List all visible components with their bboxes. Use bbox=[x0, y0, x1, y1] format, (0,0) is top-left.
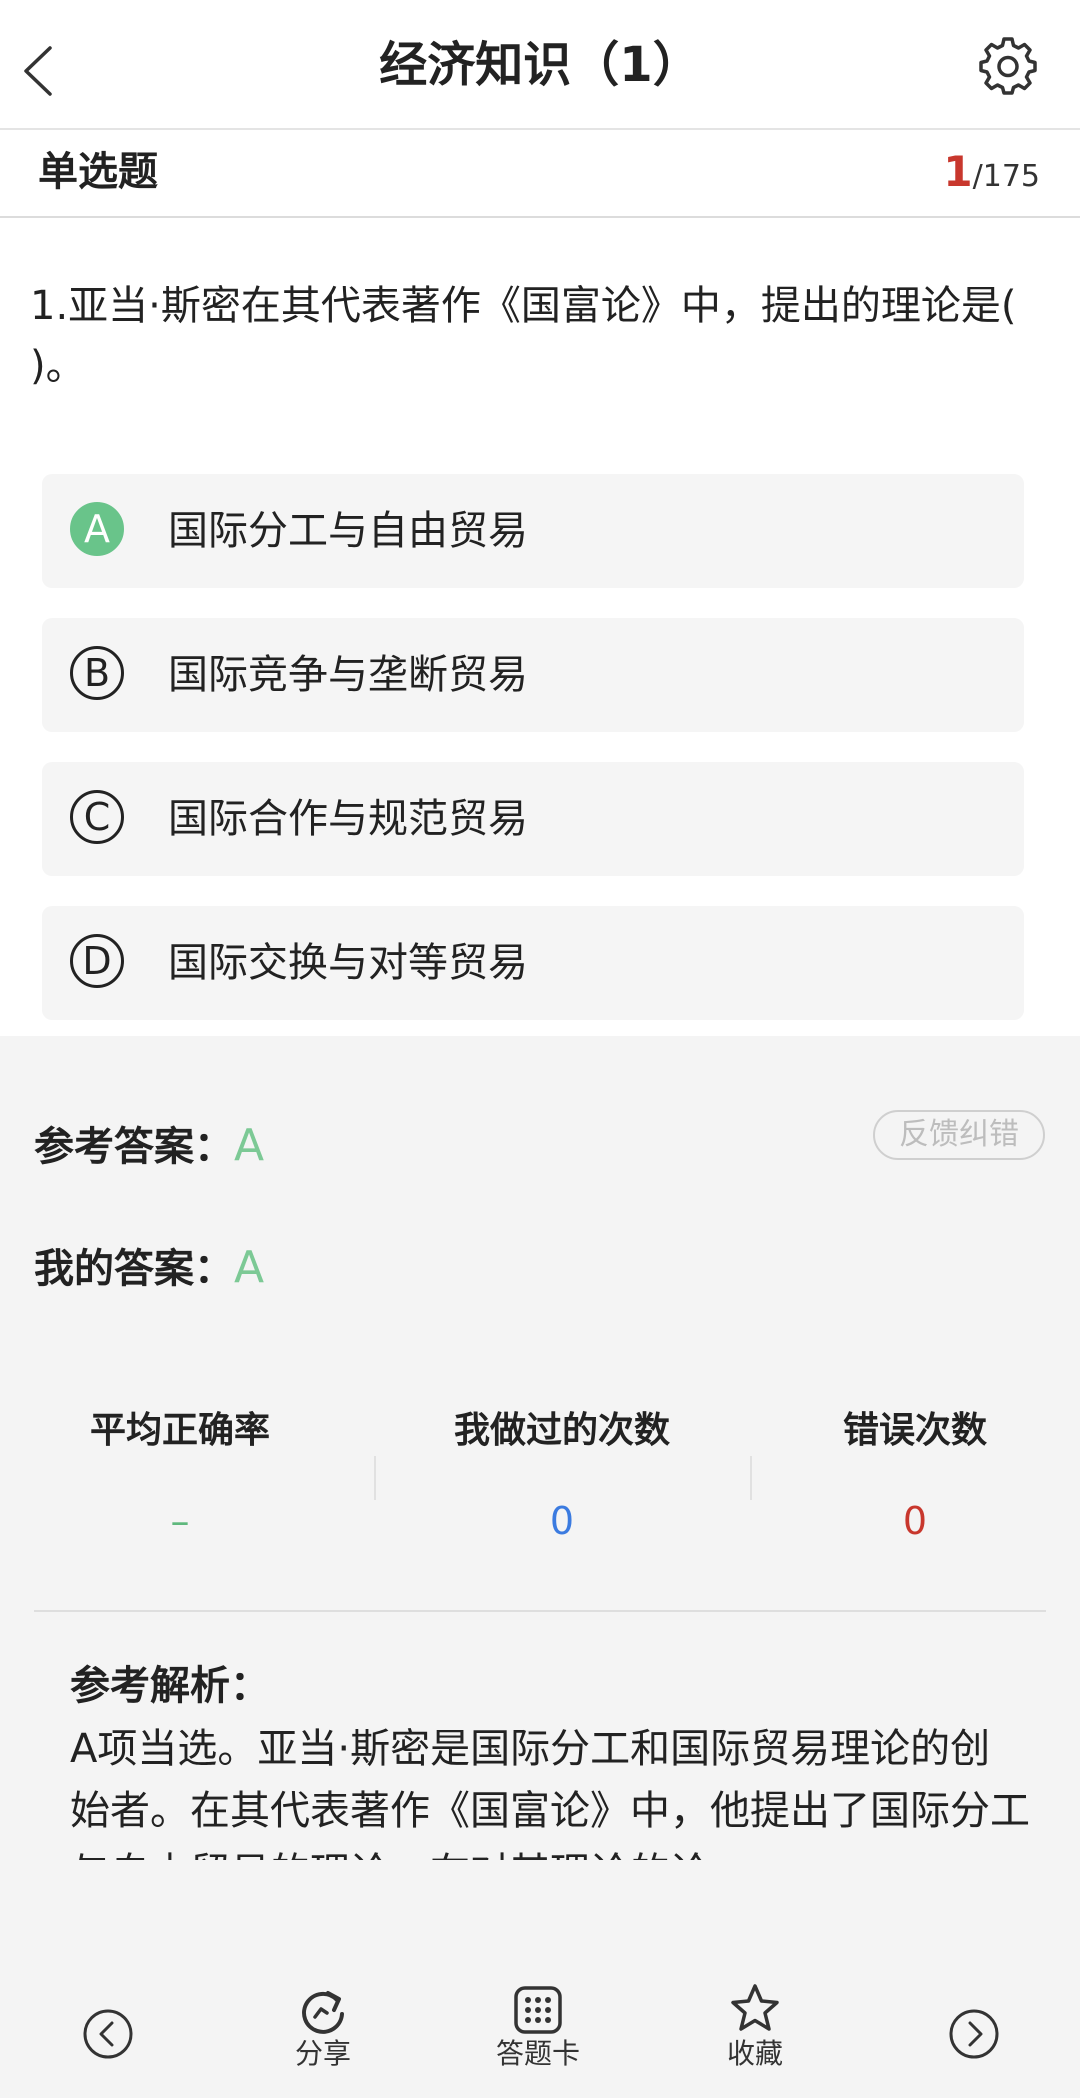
circle-chevron-left-icon bbox=[83, 2009, 133, 2059]
prev-question-button[interactable] bbox=[80, 2008, 136, 2060]
circle-chevron-right-icon bbox=[949, 2009, 999, 2059]
option-d[interactable]: D 国际交换与对等贸易 bbox=[42, 906, 1024, 1020]
stat-average-accuracy: 平均正确率 – bbox=[60, 1404, 300, 1546]
question-text: 1.亚当·斯密在其代表著作《国富论》中，提出的理论是( )。 bbox=[30, 283, 1017, 389]
question-counter: 1/175 bbox=[943, 144, 1040, 205]
analysis-container[interactable]: A项当选。亚当·斯密是国际分工和国际贸易理论的创始者。在其代表著作《国富论》中，… bbox=[70, 1718, 1030, 1860]
stat-divider bbox=[374, 1456, 376, 1500]
question-type-label: 单选题 bbox=[38, 149, 158, 195]
option-c-text: 国际合作与规范贸易 bbox=[168, 796, 528, 842]
current-question-number: 1 bbox=[943, 147, 973, 196]
option-a-text: 国际分工与自由贸易 bbox=[168, 508, 528, 554]
stat-label: 错误次数 bbox=[842, 1410, 987, 1451]
option-d-marker: D bbox=[70, 934, 124, 988]
top-bar: 经济知识（1） bbox=[0, 0, 1080, 130]
stat-value: 0 bbox=[549, 1499, 575, 1543]
option-a[interactable]: A 国际分工与自由贸易 bbox=[42, 474, 1024, 588]
reference-answer: 参考答案：A bbox=[34, 1116, 264, 1177]
stat-attempt-count: 我做过的次数 0 bbox=[422, 1404, 702, 1546]
question-type-bar: 单选题 1/175 bbox=[0, 130, 1080, 218]
bottom-nav-bar: 分享 答题卡 收藏 bbox=[0, 1960, 1080, 2098]
analysis-title: 参考解析： bbox=[70, 1663, 270, 1709]
stat-value: – bbox=[170, 1499, 190, 1543]
divider bbox=[34, 1610, 1046, 1612]
option-c[interactable]: C 国际合作与规范贸易 bbox=[42, 762, 1024, 876]
my-answer-value: A bbox=[234, 1242, 265, 1293]
page-title: 经济知识（1） bbox=[379, 37, 701, 93]
settings-button[interactable] bbox=[978, 36, 1038, 96]
my-answer-label: 我的答案： bbox=[34, 1246, 234, 1292]
share-button[interactable]: 分享 bbox=[283, 1984, 363, 2072]
option-b-marker: B bbox=[70, 646, 124, 700]
favorite-label: 收藏 bbox=[726, 2037, 783, 2070]
favorite-button[interactable]: 收藏 bbox=[715, 1982, 795, 2072]
option-a-marker: A bbox=[70, 502, 124, 556]
share-label: 分享 bbox=[294, 2037, 351, 2070]
option-b[interactable]: B 国际竞争与垄断贸易 bbox=[42, 618, 1024, 732]
stat-label: 平均正确率 bbox=[89, 1410, 270, 1451]
answer-panel bbox=[0, 1036, 1080, 2098]
answer-card-label: 答题卡 bbox=[495, 2037, 580, 2070]
stat-label: 我做过的次数 bbox=[453, 1410, 670, 1451]
reference-answer-label: 参考答案： bbox=[34, 1124, 234, 1170]
grid-icon bbox=[514, 1986, 562, 2034]
feedback-button[interactable]: 反馈纠错 bbox=[873, 1110, 1045, 1160]
star-icon bbox=[731, 1984, 779, 2031]
stat-divider bbox=[750, 1456, 752, 1500]
total-questions: /175 bbox=[972, 159, 1040, 194]
answer-card-button[interactable]: 答题卡 bbox=[488, 1984, 588, 2072]
gear-icon bbox=[979, 37, 1037, 95]
reference-answer-value: A bbox=[234, 1120, 265, 1171]
share-refresh-icon bbox=[302, 1991, 344, 2034]
stat-value: 0 bbox=[902, 1499, 928, 1543]
option-b-text: 国际竞争与垄断贸易 bbox=[168, 652, 528, 698]
my-answer: 我的答案：A bbox=[34, 1238, 264, 1299]
next-question-button[interactable] bbox=[946, 2008, 1002, 2060]
option-c-marker: C bbox=[70, 790, 124, 844]
analysis-text: A项当选。亚当·斯密是国际分工和国际贸易理论的创始者。在其代表著作《国富论》中，… bbox=[70, 1726, 1030, 1860]
option-d-text: 国际交换与对等贸易 bbox=[168, 940, 528, 986]
stat-error-count: 错误次数 0 bbox=[815, 1404, 1015, 1546]
